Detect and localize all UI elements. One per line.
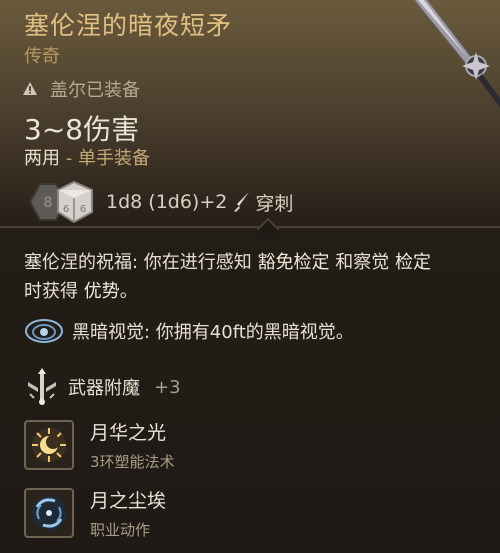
piercing-icon: [234, 192, 250, 212]
dice-formula: 1d8 (1d6)+2: [106, 191, 228, 213]
action-text: 月之尘埃 职业动作: [90, 486, 166, 540]
enchantment-bonus: +3: [154, 376, 181, 398]
section-divider: [0, 226, 500, 228]
handedness-separator: -: [60, 148, 78, 169]
item-tooltip: 塞伦涅的暗夜短矛 传奇 盖尔已装备 3~8伤害 两用 - 单手装备 8 6 6: [0, 0, 500, 553]
weapon-enchantment: 武器附魔 +3: [24, 368, 181, 406]
item-name: 塞伦涅的暗夜短矛: [24, 11, 233, 40]
action-name: 月华之光: [90, 422, 167, 444]
blessing-name: 塞伦涅的祝福: [24, 252, 132, 273]
action-subtitle: 3环塑能法术: [90, 453, 175, 471]
action-moon-dust[interactable]: 月之尘埃 职业动作: [24, 486, 166, 540]
die-d8-label: 8: [44, 195, 53, 211]
handedness: 两用 - 单手装备: [24, 144, 150, 170]
damage-dice-row: 8 6 6 1d8 (1d6)+2 穿刺: [26, 180, 293, 224]
handedness-type: 两用: [24, 148, 60, 169]
darkvision-passive: 黑暗视觉: 你拥有40ft的黑暗视觉。: [24, 316, 354, 346]
keyword-advantage[interactable]: 优势: [84, 281, 120, 302]
blessing-text-3: 时获得: [24, 281, 84, 302]
action-text: 月华之光 3环塑能法术: [90, 418, 175, 472]
dice-icon: 8 6 6: [28, 180, 93, 224]
die-d6-label-2: 6: [80, 204, 86, 215]
damage-range: 3~8伤害: [24, 113, 140, 146]
equip-mode: 单手装备: [77, 148, 150, 169]
enchantment-icon: [28, 368, 56, 405]
tooltip-header: 塞伦涅的暗夜短矛 传奇 盖尔已装备 3~8伤害 两用 - 单手装备 8 6 6: [0, 0, 500, 226]
action-subtitle: 职业动作: [90, 521, 151, 539]
darkvision-label: 黑暗视觉: 你拥有40ft的黑暗视觉。: [72, 322, 354, 343]
spear-icon: [413, 0, 500, 108]
damage-type: 穿刺: [255, 192, 294, 215]
swirl-icon: [24, 488, 74, 538]
blessing-text-1: 你在进行感知: [143, 252, 258, 273]
keyword-saving-throw[interactable]: 豁免检定: [258, 252, 330, 273]
blessing-end: 。: [119, 281, 138, 302]
moon-sun-icon: [24, 420, 74, 470]
keyword-check[interactable]: 检定: [395, 252, 431, 273]
action-moonbeam[interactable]: 月华之光 3环塑能法术: [24, 418, 175, 472]
blessing-description: 塞伦涅的祝福: 你在进行感知 豁免检定 和察觉 检定时获得 优势。: [24, 248, 486, 306]
blessing-text-2: 和察觉: [329, 252, 395, 273]
equipped-status: 盖尔已装备: [22, 76, 140, 102]
action-name: 月之尘埃: [90, 490, 167, 512]
blessing-colon: :: [132, 252, 144, 273]
die-d6-label: 6: [63, 204, 69, 215]
enchantment-label: 武器附魔: [68, 378, 140, 399]
warning-icon: [23, 82, 37, 95]
item-rarity: 传奇: [24, 46, 60, 67]
darkvision-eye-icon: [25, 319, 63, 343]
equipped-by-label: 盖尔已装备: [50, 80, 140, 101]
